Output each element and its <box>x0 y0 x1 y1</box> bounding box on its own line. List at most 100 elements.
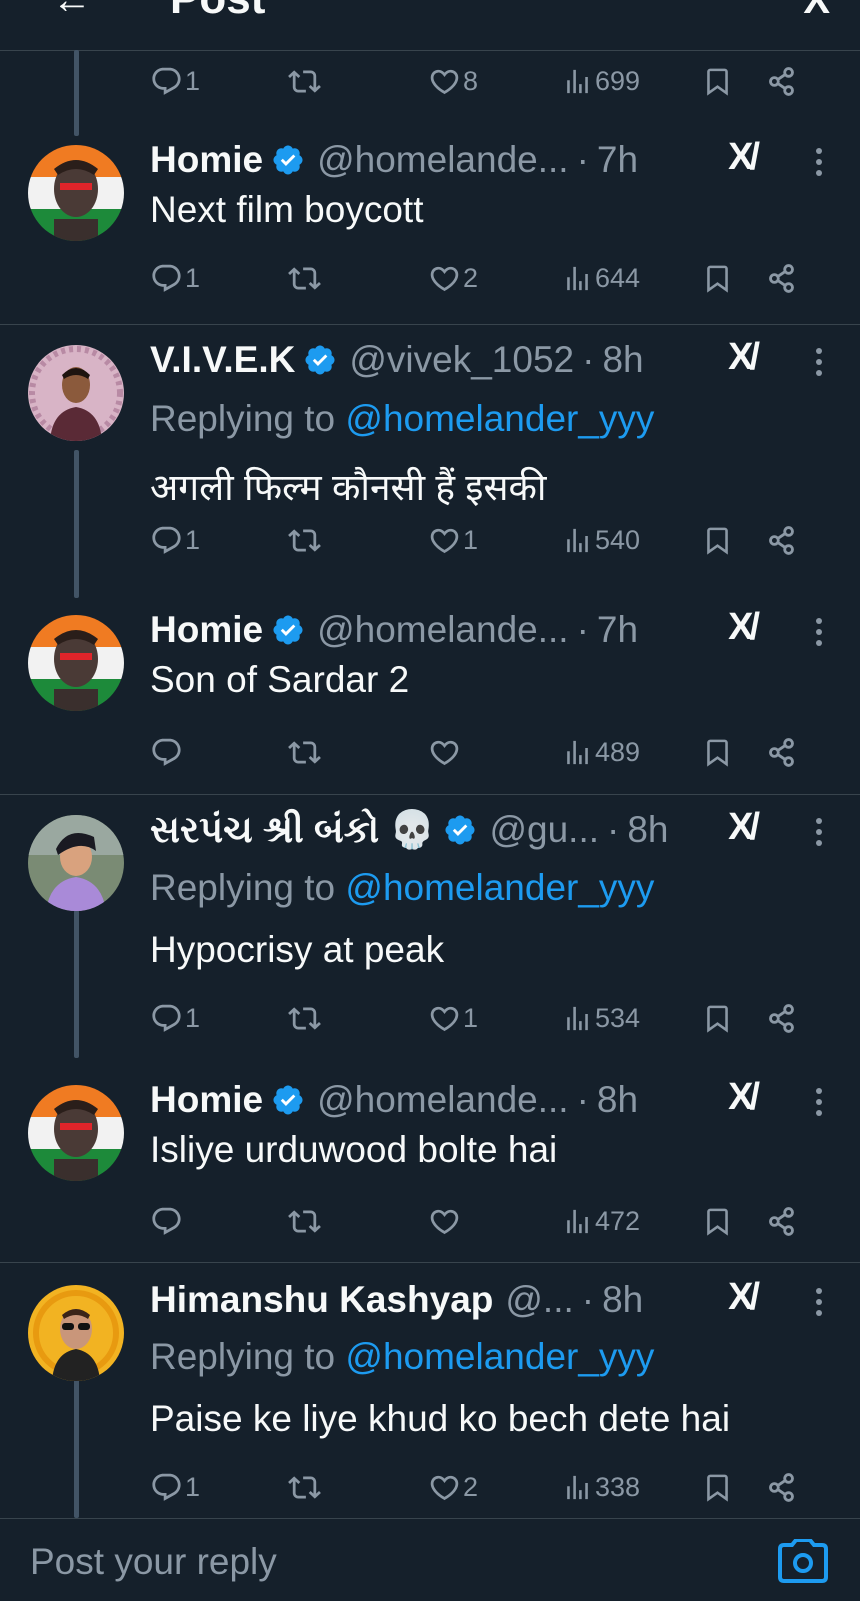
views-button[interactable]: 540 <box>562 520 640 560</box>
grok-icon[interactable]: X/ <box>728 136 760 179</box>
avatar[interactable] <box>28 145 124 241</box>
views-button[interactable]: 472 <box>562 1201 640 1241</box>
more-icon[interactable] <box>816 618 822 646</box>
grok-icon[interactable]: X/ <box>728 606 760 649</box>
reply-button[interactable]: 1 <box>150 1467 200 1507</box>
views-button[interactable]: 644 <box>562 258 640 298</box>
views-button[interactable]: 699 <box>562 61 640 101</box>
separator-dot: · <box>576 609 589 650</box>
like-button[interactable]: 1 <box>428 520 478 560</box>
bookmark-button[interactable] <box>702 1467 733 1507</box>
grok-icon[interactable]: X/ <box>728 336 760 379</box>
timestamp[interactable]: 7h <box>597 139 638 181</box>
camera-icon[interactable] <box>778 1538 828 1588</box>
share-button[interactable] <box>766 998 797 1038</box>
like-button[interactable]: 8 <box>428 61 478 101</box>
views-button[interactable]: 338 <box>562 1467 640 1507</box>
handle[interactable]: @homelande... <box>317 1079 568 1121</box>
share-button[interactable] <box>766 1467 797 1507</box>
avatar[interactable] <box>28 345 124 441</box>
like-button[interactable] <box>428 732 463 772</box>
repost-button[interactable] <box>288 998 323 1038</box>
repost-icon <box>288 65 321 98</box>
handle[interactable]: @homelande... <box>317 609 568 651</box>
handle[interactable]: @vivek_1052 <box>349 339 574 381</box>
handle[interactable]: @gu... <box>489 809 599 851</box>
avatar[interactable] <box>28 1085 124 1181</box>
like-button[interactable]: 2 <box>428 1467 478 1507</box>
timestamp[interactable]: 8h <box>602 339 643 381</box>
back-arrow-icon[interactable]: ← <box>52 0 92 23</box>
reply-button[interactable]: 1 <box>150 998 200 1038</box>
replying-to: Replying to @homelander_yyy <box>150 867 654 909</box>
display-name[interactable]: Homie <box>150 609 263 651</box>
thread-line <box>74 910 79 1058</box>
handle[interactable]: @homelande... <box>317 139 568 181</box>
display-name[interactable]: Homie <box>150 139 263 181</box>
more-icon[interactable] <box>816 818 822 846</box>
repost-button[interactable] <box>288 258 323 298</box>
bookmark-button[interactable] <box>702 61 733 101</box>
reply-button[interactable] <box>150 1201 185 1241</box>
views-button[interactable]: 534 <box>562 998 640 1038</box>
bookmark-button[interactable] <box>702 998 733 1038</box>
display-name[interactable]: સરપંચ શ્રી બંકો 💀 <box>150 809 435 852</box>
display-name[interactable]: Himanshu Kashyap <box>150 1279 493 1321</box>
reply-button[interactable]: 1 <box>150 258 200 298</box>
like-button[interactable] <box>428 1201 463 1241</box>
share-button[interactable] <box>766 520 797 560</box>
repost-button[interactable] <box>288 1467 323 1507</box>
replying-label: Replying to <box>150 1336 336 1377</box>
display-name[interactable]: Homie <box>150 1079 263 1121</box>
avatar[interactable] <box>28 1285 124 1381</box>
bookmark-button[interactable] <box>702 732 733 772</box>
grok-icon[interactable]: X/ <box>728 806 760 849</box>
mention-link[interactable]: @homelander_yyy <box>345 398 654 439</box>
handle[interactable]: @... <box>505 1279 573 1321</box>
timestamp[interactable]: 8h <box>602 1279 643 1321</box>
reply-button[interactable]: 1 <box>150 61 200 101</box>
reply-composer: Post your reply <box>0 1518 860 1601</box>
more-icon[interactable] <box>816 1088 822 1116</box>
share-button[interactable] <box>766 61 797 101</box>
mention-link[interactable]: @homelander_yyy <box>345 1336 654 1377</box>
bookmark-icon <box>702 263 733 294</box>
share-icon <box>766 1003 797 1034</box>
repost-button[interactable] <box>288 61 323 101</box>
more-icon[interactable] <box>816 148 822 176</box>
reply-button[interactable] <box>150 732 185 772</box>
timestamp[interactable]: 7h <box>597 609 638 651</box>
repost-icon <box>288 1002 321 1035</box>
timestamp[interactable]: 8h <box>597 1079 638 1121</box>
separator-dot: · <box>576 1079 589 1120</box>
action-row: 489 <box>150 732 820 772</box>
bookmark-icon <box>702 737 733 768</box>
separator-dot: · <box>582 339 595 380</box>
bookmark-button[interactable] <box>702 258 733 298</box>
like-button[interactable]: 1 <box>428 998 478 1038</box>
share-button[interactable] <box>766 1201 797 1241</box>
repost-icon <box>288 1205 321 1238</box>
repost-button[interactable] <box>288 732 323 772</box>
bookmark-button[interactable] <box>702 520 733 560</box>
avatar[interactable] <box>28 815 124 911</box>
grok-icon[interactable]: X/ <box>728 1076 760 1119</box>
repost-button[interactable] <box>288 520 323 560</box>
like-button[interactable]: 2 <box>428 258 478 298</box>
display-name[interactable]: V.I.V.E.K <box>150 339 295 381</box>
action-row: 1 1 534 <box>150 998 820 1038</box>
repost-button[interactable] <box>288 1201 323 1241</box>
more-icon[interactable] <box>816 1288 822 1316</box>
bookmark-button[interactable] <box>702 1201 733 1241</box>
mention-link[interactable]: @homelander_yyy <box>345 867 654 908</box>
reply-input[interactable]: Post your reply <box>30 1541 277 1583</box>
more-icon[interactable] <box>816 348 822 376</box>
reply-button[interactable]: 1 <box>150 520 200 560</box>
share-button[interactable] <box>766 732 797 772</box>
grok-icon[interactable]: X/ <box>728 1276 760 1319</box>
views-button[interactable]: 489 <box>562 732 640 772</box>
separator-dot: · <box>576 139 589 180</box>
avatar[interactable] <box>28 615 124 711</box>
share-button[interactable] <box>766 258 797 298</box>
timestamp[interactable]: 8h <box>627 809 668 851</box>
